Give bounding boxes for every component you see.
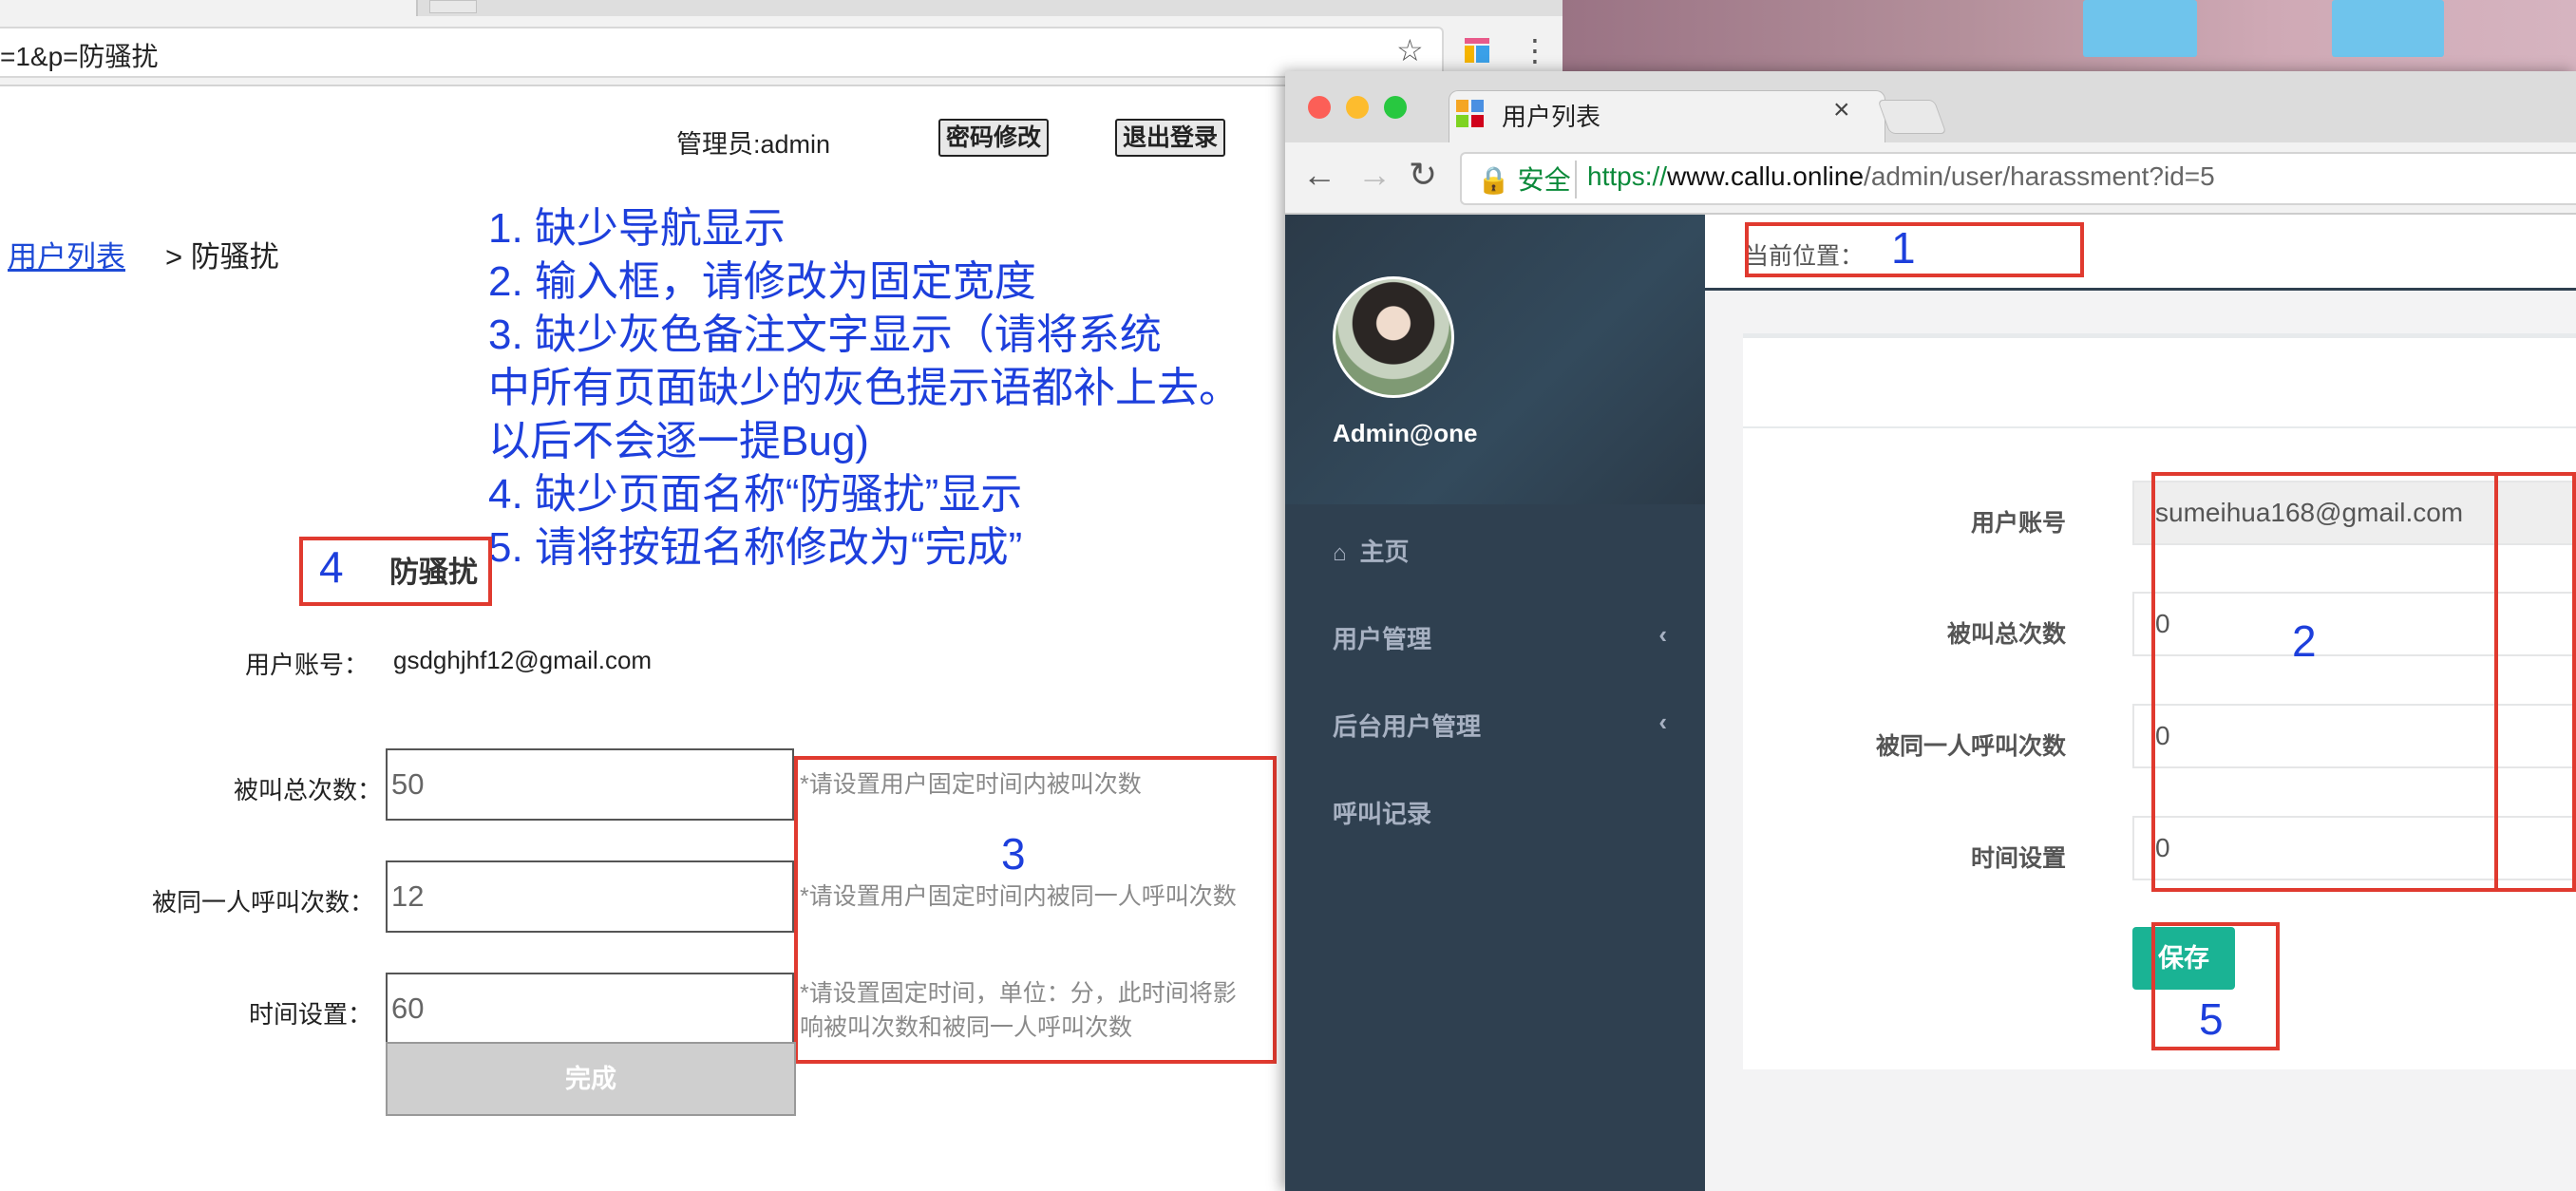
breadcrumb-current: > 防骚扰 (165, 240, 279, 274)
form-label: 时间设置 (1970, 845, 2066, 872)
extension-icon[interactable] (1465, 38, 1489, 63)
tab-close-icon[interactable]: × (1833, 94, 1850, 126)
maximize-window-icon[interactable] (1384, 96, 1407, 119)
hint-time-setting-line2: 响被叫次数和被同一人呼叫次数 (800, 1014, 1133, 1041)
desktop-background (1563, 0, 2576, 71)
form-label: 被叫总次数 (1946, 621, 2066, 648)
site-favicon-icon (1456, 100, 1485, 128)
left-active-tab[interactable] (0, 0, 418, 16)
url-scheme: https:// (1587, 161, 1668, 191)
field-label: 被同一人呼叫次数： (152, 888, 375, 917)
annotation-note: 3. 缺少灰色备注文字显示（请将系统 (488, 312, 1162, 358)
chevron-left-icon: ‹ (1658, 620, 1667, 649)
annotation-number-2: 2 (2292, 616, 2317, 666)
annotation-number-3: 3 (1001, 829, 1026, 879)
annotation-notes: 1. 缺少导航显示 2. 输入框，请修改为固定宽度 3. 缺少灰色备注文字显示（… (488, 202, 1296, 575)
breadcrumb-user-list-link[interactable]: 用户列表 (8, 233, 125, 275)
account-label: 用户账号： (245, 651, 369, 679)
right-browser-window: 用户列表 × ← → ↻ 🔒 安全 https://www.callu.onli… (1285, 71, 2576, 1191)
desktop-folder-icon[interactable] (2083, 0, 2197, 57)
account-value: gsdghjhf12@gmail.com (393, 646, 653, 674)
url-divider (1575, 161, 1577, 198)
total-calls-input[interactable]: 50 (386, 748, 794, 821)
annotation-note: 2. 输入框，请修改为固定宽度 (488, 258, 1036, 305)
chevron-left-icon: ‹ (1658, 708, 1667, 736)
secure-label: 安全 (1517, 165, 1571, 195)
left-address-bar[interactable] (0, 27, 1444, 78)
done-button[interactable]: 完成 (386, 1042, 796, 1116)
annotation-note: 中所有页面缺少的灰色提示语都补上去。 (488, 365, 1241, 411)
annotation-note: 以后不会逐一提Bug) (488, 418, 869, 464)
left-inactive-tab[interactable] (429, 0, 477, 13)
annotation-note: 5. 请将按钮名称修改为“完成” (488, 524, 1023, 571)
close-window-icon[interactable] (1308, 96, 1331, 119)
change-password-button[interactable]: 密码修改 (938, 119, 1050, 157)
field-label: 时间设置： (249, 1000, 373, 1029)
annotation-number-4: 4 (319, 542, 344, 592)
minimize-window-icon[interactable] (1346, 96, 1369, 119)
lock-icon: 🔒 (1477, 165, 1510, 195)
field-label: 被叫总次数： (234, 776, 383, 804)
sidebar-item-call-records[interactable]: 呼叫记录 (1285, 766, 1705, 854)
new-tab-button[interactable] (1877, 100, 1947, 134)
annotation-note: 4. 缺少页面名称“防骚扰”显示 (488, 471, 1023, 518)
page-title: 防骚扰 (389, 556, 478, 589)
secure-indicator: 🔒 安全 (1477, 160, 1571, 198)
menu-kebab-icon[interactable]: ⋮ (1520, 32, 1550, 68)
bookmark-star-icon[interactable]: ☆ (1396, 32, 1424, 68)
home-icon: ⌂ (1333, 540, 1347, 566)
hint-time-setting-line1: *请设置固定时间，单位：分，此时间将影 (800, 980, 1237, 1007)
sidebar-item-backend-user-management[interactable]: 后台用户管理 ‹ (1285, 679, 1705, 766)
forward-arrow-icon[interactable]: → (1357, 155, 1392, 195)
annotation-number-1: 1 (1891, 223, 1916, 273)
reload-icon[interactable]: ↻ (1409, 155, 1437, 195)
url-path: /admin/user/harassment?id=5 (1864, 161, 2215, 191)
hint-total-calls: *请设置用户固定时间内被叫次数 (800, 771, 1142, 798)
avatar[interactable] (1333, 276, 1454, 398)
right-url-text: https://www.callu.online/admin/user/hara… (1587, 161, 2215, 192)
sidebar-item-label: 后台用户管理 (1333, 712, 1482, 741)
sidebar-item-label: 用户管理 (1333, 625, 1432, 653)
annotation-note: 1. 缺少导航显示 (488, 205, 786, 252)
annotation-box-2-outline (2151, 472, 2576, 892)
annotation-number-5: 5 (2199, 994, 2224, 1044)
back-arrow-icon[interactable]: ← (1302, 155, 1336, 195)
sidebar-item-label: 主页 (1359, 538, 1410, 566)
hint-same-caller: *请设置用户固定时间内被同一人呼叫次数 (800, 883, 1237, 910)
form-label: 用户账号 (1970, 510, 2066, 537)
logout-button[interactable]: 退出登录 (1115, 119, 1226, 157)
admin-content: 当前位置： 1 用户账号 sumeihua168@gmail.com 被叫总次数… (1705, 215, 2576, 1191)
admin-label: 管理员:admin (676, 130, 831, 159)
sidebar-item-label: 呼叫记录 (1333, 800, 1432, 828)
form-label: 被同一人呼叫次数 (1875, 733, 2066, 760)
same-caller-input[interactable]: 12 (386, 860, 794, 933)
sidebar-item-user-management[interactable]: 用户管理 ‹ (1285, 592, 1705, 679)
admin-sidebar: Admin@one ⌂ 主页 用户管理 ‹ 后台用户管理 ‹ 呼叫记录 (1285, 215, 1705, 1191)
panel-divider (1743, 426, 2576, 428)
url-host: www.callu.online (1667, 161, 1865, 191)
sidebar-item-home[interactable]: ⌂ 主页 (1285, 504, 1705, 592)
left-url-text: =1&p=防骚扰 (0, 42, 159, 71)
sidebar-profile-header: Admin@one (1285, 215, 1705, 504)
sidebar-username: Admin@one (1333, 419, 1478, 447)
desktop-folder-icon[interactable] (2332, 0, 2444, 57)
time-setting-input[interactable]: 60 (386, 973, 794, 1045)
right-tab-title: 用户列表 (1502, 103, 1601, 131)
